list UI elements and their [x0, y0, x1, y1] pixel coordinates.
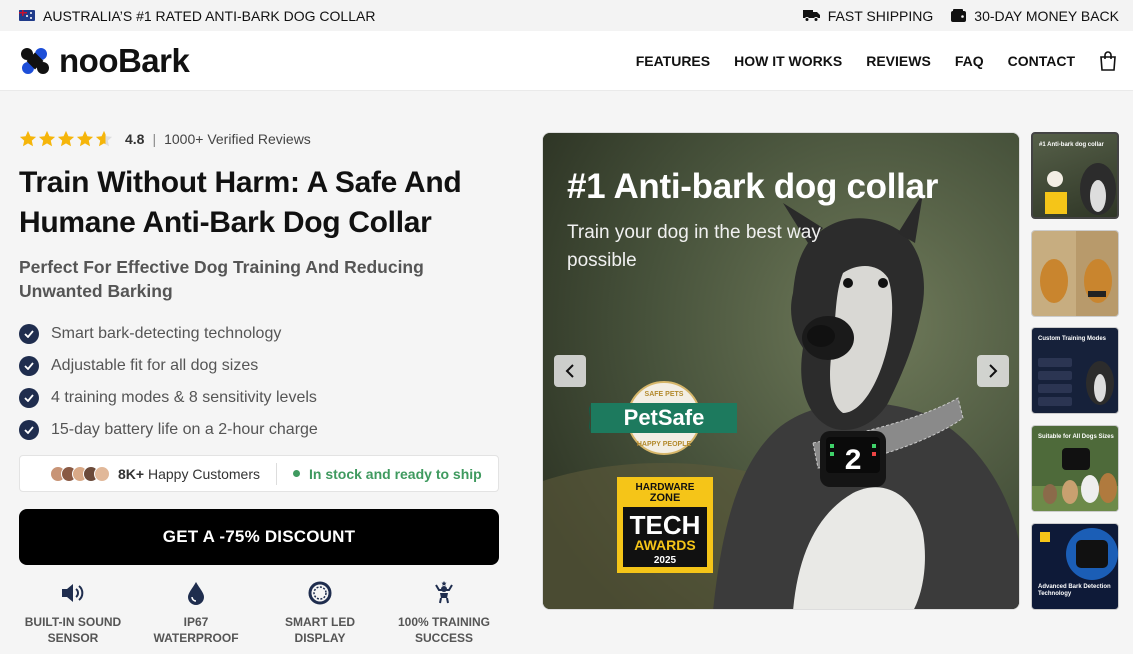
feature-item: Adjustable fit for all dog sizes	[19, 350, 318, 382]
star-icon	[19, 130, 37, 147]
gallery-prev-button[interactable]	[554, 355, 586, 387]
usp-line1: SMART LED	[285, 615, 355, 629]
cart-bag-icon[interactable]	[1099, 50, 1117, 71]
petsafe-badge: SAFE PETS PetSafe HAPPY PEOPLE	[589, 381, 737, 455]
rating-separator: |	[152, 131, 157, 147]
petsafe-top-text: SAFE PETS	[645, 391, 684, 398]
rating-row: 4.8 | 1000+ Verified Reviews	[19, 130, 311, 148]
hardwarezone-award-badge: HARDWARE ZONE TECH AWARDS 2025	[617, 477, 713, 573]
feature-text: 15-day battery life on a 2-hour charge	[51, 421, 318, 438]
gallery-thumbnail-5[interactable]: Advanced Bark Detection Technology	[1031, 523, 1119, 610]
thumbnail-dog-image	[1045, 163, 1116, 215]
main-nav: FEATURES HOW IT WORKS REVIEWS FAQ CONTAC…	[636, 50, 1117, 71]
petsafe-bottom-text: HAPPY PEOPLE	[637, 441, 692, 448]
usp-line2: WATERPROOF	[153, 631, 239, 645]
product-title: Train Without Harm: A Safe And Humane An…	[19, 166, 462, 239]
check-icon	[19, 356, 39, 376]
usp-led-display: SMART LED DISPLAY	[265, 580, 375, 646]
brand-mark-icon	[21, 47, 49, 74]
feature-text: Smart bark-detecting technology	[51, 325, 282, 342]
check-icon	[19, 324, 39, 344]
water-drop-icon	[188, 582, 204, 605]
truck-icon	[802, 10, 820, 22]
thumbnail-dogs-image	[1032, 231, 1118, 316]
award-awards: AWARDS	[634, 537, 695, 553]
feature-text: Adjustable fit for all dog sizes	[51, 357, 259, 374]
usp-line2: SENSOR	[47, 631, 99, 645]
social-proof-box: 8K+ Happy Customers In stock and ready t…	[19, 455, 499, 492]
thumbnail-modes-image	[1038, 358, 1114, 406]
stock-dot-icon	[293, 470, 300, 477]
feature-list: Smart bark-detecting technology Adjustab…	[19, 318, 318, 446]
announcement-text: AUSTRALIA’S #1 RATED ANTI-BARK DOG COLLA…	[43, 7, 376, 24]
speaker-icon	[62, 584, 84, 602]
image-subline: Train your dog in the best way possible	[567, 222, 821, 271]
star-rating	[19, 130, 113, 148]
thumbnail-sizes-image	[1032, 448, 1118, 511]
money-back-text: 30-DAY MONEY BACK	[974, 7, 1119, 24]
logo[interactable]: nooBark	[19, 41, 190, 80]
announcement-bar: AUSTRALIA’S #1 RATED ANTI-BARK DOG COLLA…	[0, 0, 1133, 31]
gallery-thumbnail-2[interactable]	[1031, 230, 1119, 317]
wallet-icon	[951, 9, 967, 22]
discount-cta-button[interactable]: GET A -75% DISCOUNT	[19, 509, 499, 565]
feature-item: 4 training modes & 8 sensitivity levels	[19, 382, 318, 414]
gallery-thumbnail-3[interactable]: Custom Training Modes	[1031, 327, 1119, 414]
stock-text: In stock and ready to ship	[309, 465, 482, 482]
award-year: 2025	[654, 555, 677, 566]
trophy-person-icon	[435, 581, 453, 604]
award-tech: TECH	[630, 510, 701, 540]
review-count[interactable]: 1000+ Verified Reviews	[164, 131, 311, 147]
brand-name: nooBark	[59, 41, 190, 79]
chevron-right-icon	[989, 364, 998, 378]
feature-item: 15-day battery life on a 2-hour charge	[19, 414, 318, 446]
petsafe-main-text: PetSafe	[624, 405, 705, 430]
product-main-image: 2 #1 Anti-bark dog collar Train your dog…	[542, 132, 1020, 610]
collar-display-digit: 2	[844, 445, 862, 479]
star-icon	[76, 130, 94, 147]
usp-line1: BUILT-IN SOUND	[24, 615, 122, 629]
customer-avatars	[50, 465, 110, 482]
check-icon	[19, 420, 39, 440]
thumbnail-caption: Advanced Bark Detection Technology	[1038, 584, 1111, 597]
led-ring-icon	[308, 581, 332, 605]
rating-score: 4.8	[125, 131, 145, 147]
happy-count: 8K+	[118, 465, 145, 482]
usp-training-success: 100% TRAINING SUCCESS	[389, 580, 499, 646]
site-header: nooBark FEATURES HOW IT WORKS REVIEWS FA…	[0, 31, 1133, 91]
usp-line2: SUCCESS	[414, 631, 473, 645]
usp-line1: IP67	[183, 615, 209, 629]
feature-text: 4 training modes & 8 sensitivity levels	[51, 389, 317, 406]
nav-how-it-works[interactable]: HOW IT WORKS	[734, 53, 842, 69]
half-star-icon	[95, 130, 113, 147]
star-icon	[38, 130, 56, 147]
usp-waterproof: IP67 WATERPROOF	[141, 580, 251, 646]
usp-line1: 100% TRAINING	[397, 615, 491, 629]
australia-flag-icon	[19, 10, 35, 21]
happy-customers: 8K+ Happy Customers	[20, 465, 276, 482]
fast-shipping-text: FAST SHIPPING	[827, 7, 934, 24]
check-icon	[19, 388, 39, 408]
usp-line2: DISPLAY	[294, 631, 346, 645]
star-icon	[57, 130, 75, 147]
usp-sound-sensor: BUILT-IN SOUND SENSOR	[18, 580, 128, 646]
chevron-left-icon	[565, 364, 574, 378]
product-subtitle: Perfect For Effective Dog Training And R…	[19, 257, 424, 301]
feature-item: Smart bark-detecting technology	[19, 318, 318, 350]
nav-reviews[interactable]: REVIEWS	[866, 53, 931, 69]
nav-contact[interactable]: CONTACT	[1008, 53, 1075, 69]
gallery-thumbnail-4[interactable]: Suitable for All Dogs Sizes	[1031, 425, 1119, 512]
nav-faq[interactable]: FAQ	[955, 53, 984, 69]
stock-status: In stock and ready to ship	[277, 466, 482, 482]
image-headline: #1 Anti-bark dog collar	[567, 167, 939, 206]
gallery-thumbnail-1[interactable]: #1 Anti-bark dog collar	[1031, 132, 1119, 219]
happy-label: Happy Customers	[147, 465, 261, 482]
avatar	[94, 465, 110, 482]
nav-features[interactable]: FEATURES	[636, 53, 710, 69]
gallery-next-button[interactable]	[977, 355, 1009, 387]
award-line2: ZONE	[650, 492, 681, 504]
